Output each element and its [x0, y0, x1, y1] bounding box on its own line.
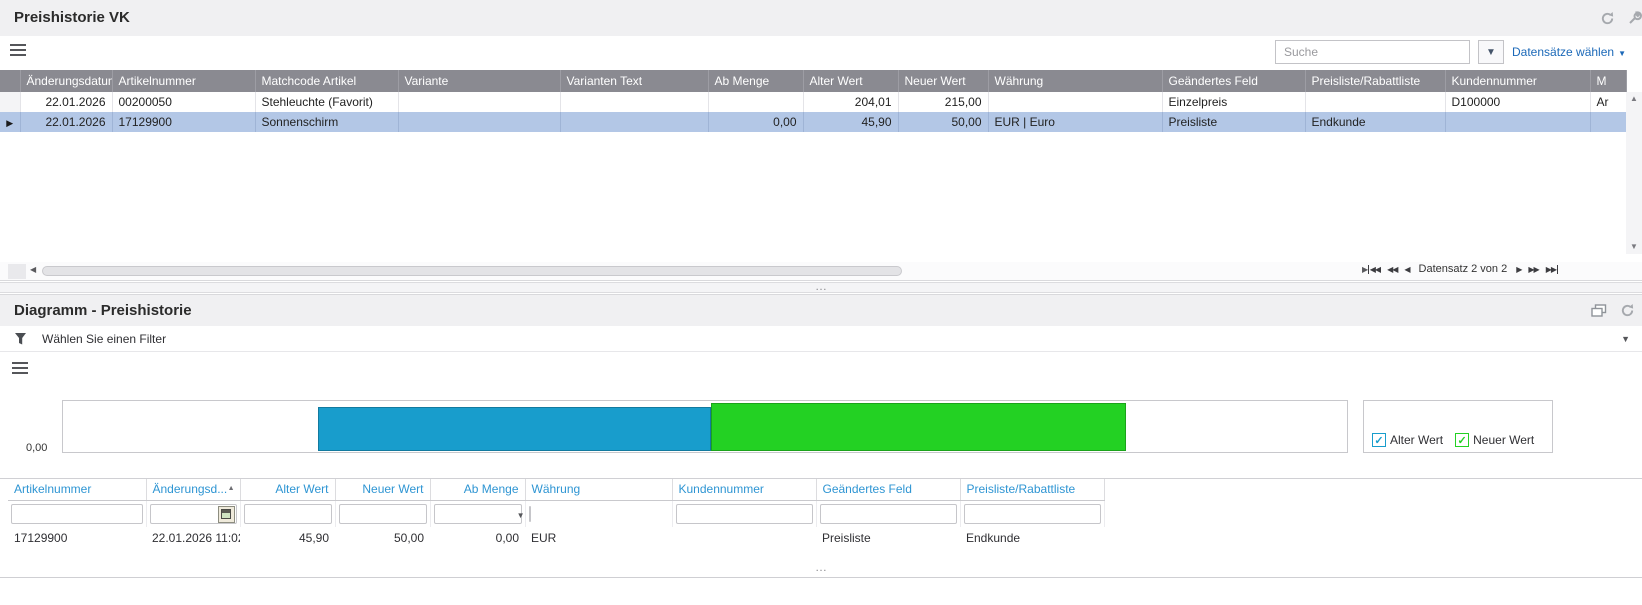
horizontal-scrollbar[interactable]	[42, 266, 1354, 277]
table-row-selected[interactable]: ▶ 22.01.2026 17129900 Sonnenschirm 0,00 …	[0, 112, 1626, 132]
legend-label: Alter Wert	[1390, 433, 1443, 447]
first-record-button[interactable]: ◀◀	[1368, 265, 1380, 274]
table-row[interactable]: 17129900 22.01.2026 11:02:3 45,90 50,00 …	[8, 527, 1104, 547]
select-records-button[interactable]: Datensätze wählen▼	[1512, 45, 1626, 59]
grid2-filter-row: ▼	[8, 500, 1104, 527]
legend-item-neuer-wert: ✓ Neuer Wert	[1455, 433, 1534, 447]
price-history-grid: Änderungsdatum Artikelnummer Matchcode A…	[0, 70, 1627, 132]
column-header[interactable]: Artikelnummer	[8, 479, 146, 500]
row-indicator-cell: ▶	[0, 112, 20, 132]
column-header[interactable]: Währung	[525, 479, 672, 500]
grid-header-row: Änderungsdatum Artikelnummer Matchcode A…	[0, 70, 1626, 92]
column-header[interactable]: Alter Wert	[803, 70, 898, 92]
panel-splitter[interactable]: …	[0, 282, 1642, 293]
filter-dropdown-button[interactable]: ▼	[1478, 40, 1504, 64]
column-header[interactable]: M	[1590, 70, 1626, 92]
filter-input-preisliste[interactable]	[964, 504, 1101, 524]
legend-item-alter-wert: ✓ Alter Wert	[1372, 433, 1443, 447]
chart-menu-icon[interactable]	[12, 362, 28, 374]
filter-input-geaendertes-feld[interactable]	[820, 504, 957, 524]
filter-placeholder-label: Wählen Sie einen Filter	[42, 332, 166, 346]
next-page-button[interactable]: ▶▶	[1528, 265, 1538, 274]
filter-select-waehrung[interactable]: ▼	[529, 506, 531, 522]
splitter-grip: …	[815, 279, 827, 293]
column-header-sorted[interactable]: Änderungsd...▲	[146, 479, 240, 500]
last-record-button[interactable]: ▶▶	[1546, 265, 1558, 274]
grid2-header-row: Artikelnummer Änderungsd...▲ Alter Wert …	[8, 479, 1104, 500]
table-row[interactable]: 22.01.2026 00200050 Stehleuchte (Favorit…	[0, 92, 1626, 112]
refresh-icon[interactable]	[1598, 9, 1616, 27]
triangle-down-icon: ▼	[1486, 47, 1496, 58]
legend-label: Neuer Wert	[1473, 433, 1534, 447]
filter-input-kundennummer[interactable]	[676, 504, 813, 524]
vertical-scrollbar[interactable]: ▲ ▼	[1626, 92, 1642, 254]
bar-neuer-wert	[711, 403, 1126, 451]
top-panel-titlebar: Preishistorie VK	[0, 0, 1642, 36]
search-input[interactable]	[1275, 40, 1470, 64]
column-header[interactable]: Varianten Text	[560, 70, 708, 92]
sort-asc-icon: ▲	[228, 485, 235, 492]
funnel-filter-icon	[14, 332, 28, 346]
menu-icon[interactable]	[10, 44, 26, 56]
prev-record-button[interactable]: ◀	[1404, 265, 1409, 274]
column-header[interactable]: Preisliste/Rabattliste	[1305, 70, 1445, 92]
pager-label: Datensatz 2 von 2	[1417, 263, 1510, 275]
column-header[interactable]: Preisliste/Rabattliste	[960, 479, 1104, 500]
column-header[interactable]: Neuer Wert	[898, 70, 988, 92]
prev-page-button[interactable]: ◀◀	[1387, 265, 1397, 274]
checkbox-checked-icon[interactable]: ✓	[1372, 433, 1386, 447]
next-record-button[interactable]: ▶	[1516, 265, 1521, 274]
chart-data-grid-wrap: Artikelnummer Änderungsd...▲ Alter Wert …	[0, 478, 1642, 547]
column-header[interactable]: Alter Wert	[240, 479, 335, 500]
y-axis-zero-label: 0,00	[26, 442, 47, 454]
wrench-icon[interactable]	[1626, 9, 1642, 27]
bottom-divider	[0, 577, 1642, 578]
column-header[interactable]: Geändertes Feld	[816, 479, 960, 500]
column-header[interactable]: Änderungsdatum	[20, 70, 112, 92]
selected-row-arrow-icon: ▶	[6, 118, 13, 128]
column-header[interactable]: Kundennummer	[1445, 70, 1590, 92]
popout-windows-icon[interactable]	[1590, 302, 1608, 320]
chevron-down-icon: ▼	[1618, 49, 1626, 58]
filter-input-artikelnummer[interactable]	[11, 504, 143, 524]
scrollbar-corner	[8, 264, 26, 279]
chart-filter-bar[interactable]: Wählen Sie einen Filter ▼	[0, 326, 1642, 352]
column-header[interactable]: Währung	[988, 70, 1162, 92]
splitter-grip: …	[815, 560, 827, 574]
row-indicator-header	[0, 70, 20, 92]
bar-alter-wert	[318, 407, 711, 451]
scroll-left-icon[interactable]: ◀	[30, 265, 36, 274]
page-title: Preishistorie VK	[0, 9, 130, 26]
chevron-down-icon: ▼	[517, 511, 525, 520]
column-header[interactable]: Kundennummer	[672, 479, 816, 500]
column-header[interactable]: Variante	[398, 70, 560, 92]
refresh-icon[interactable]	[1618, 302, 1636, 320]
chevron-down-icon[interactable]: ▼	[1621, 334, 1630, 344]
bar-chart-plot-area	[62, 400, 1348, 453]
scroll-down-icon[interactable]: ▼	[1626, 240, 1642, 254]
checkbox-checked-icon[interactable]: ✓	[1455, 433, 1469, 447]
chart-panel-titlebar: Diagramm - Preishistorie	[0, 294, 1642, 326]
row-indicator-cell	[0, 92, 20, 112]
column-header[interactable]: Geändertes Feld	[1162, 70, 1305, 92]
chart-data-grid: Artikelnummer Änderungsd...▲ Alter Wert …	[8, 479, 1105, 547]
scrollbar-thumb[interactable]	[42, 266, 902, 276]
column-header[interactable]: Ab Menge	[708, 70, 803, 92]
calendar-icon[interactable]	[218, 506, 235, 523]
top-toolbar: ▼ Datensätze wählen▼	[0, 36, 1642, 68]
column-header[interactable]: Ab Menge	[430, 479, 525, 500]
record-pager: ◀◀ ◀◀ ◀ Datensatz 2 von 2 ▶ ▶▶ ▶▶	[1368, 263, 1558, 275]
chart-panel-title: Diagramm - Preishistorie	[0, 302, 192, 319]
column-header[interactable]: Neuer Wert	[335, 479, 430, 500]
column-header[interactable]: Matchcode Artikel	[255, 70, 398, 92]
column-header[interactable]: Artikelnummer	[112, 70, 255, 92]
filter-input-alter-wert[interactable]	[244, 504, 332, 524]
filter-input-ab-menge[interactable]	[434, 504, 522, 524]
filter-input-neuer-wert[interactable]	[339, 504, 427, 524]
chart-legend: ✓ Alter Wert ✓ Neuer Wert	[1363, 400, 1553, 453]
scroll-up-icon[interactable]: ▲	[1626, 92, 1642, 106]
panel-splitter[interactable]: …	[0, 564, 1642, 575]
